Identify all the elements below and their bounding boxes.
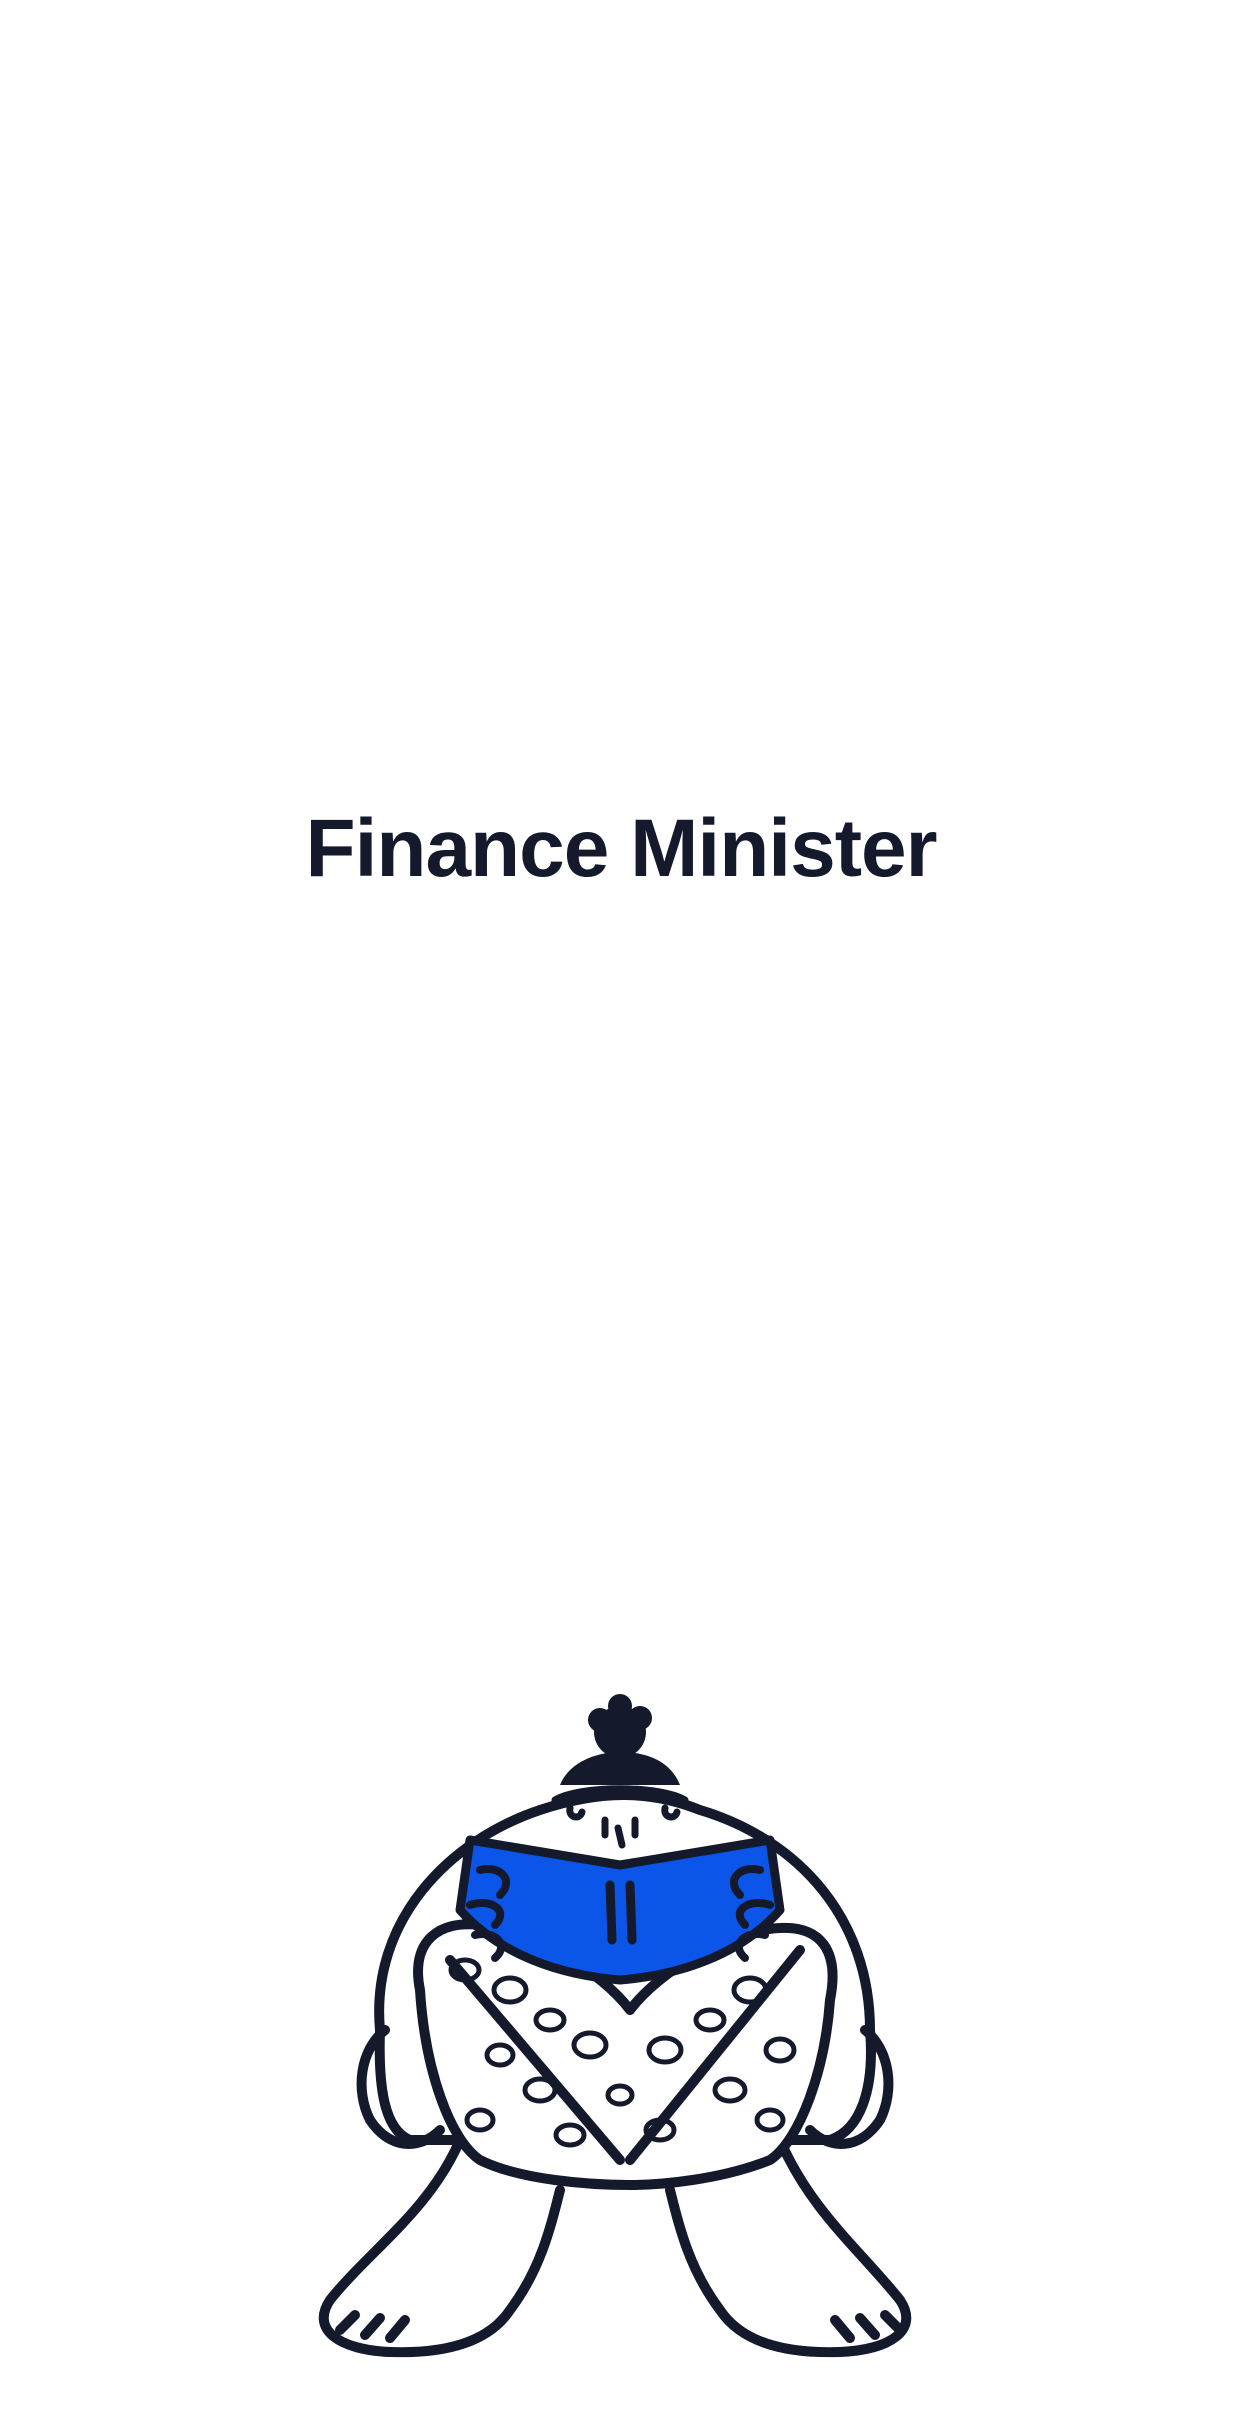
character-reading-book-illustration — [300, 1690, 940, 2410]
screen-title: Finance Minister — [305, 803, 937, 894]
